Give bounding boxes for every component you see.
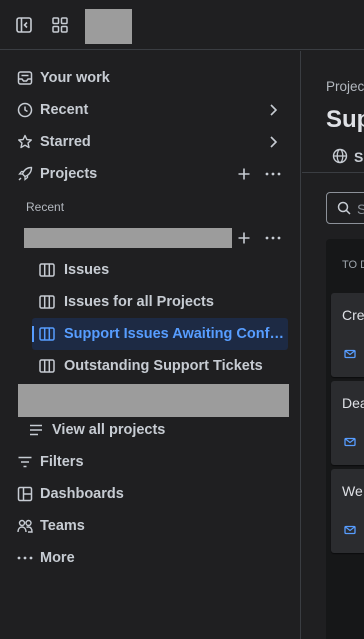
sidebar-item-recent[interactable]: Recent — [0, 94, 300, 126]
page-title: Sup — [326, 106, 364, 133]
redacted-item[interactable] — [18, 384, 289, 417]
sidebar-item-projects[interactable]: Projects — [0, 158, 300, 190]
redacted-project-name[interactable] — [24, 228, 232, 248]
tab-view[interactable]: Se — [332, 147, 364, 167]
app-grid-icon[interactable] — [49, 14, 71, 36]
recent-section-label: Recent — [26, 200, 65, 214]
board-column: TO D Cre Dea We — [326, 239, 364, 639]
sidebar-item-label: Your work — [40, 70, 110, 86]
sidebar-item-label: Filters — [40, 454, 84, 470]
dashboard-icon — [16, 485, 34, 503]
more-options-icon[interactable] — [264, 230, 282, 246]
board-item-label: Issues — [64, 262, 110, 278]
tab-label: Se — [354, 149, 364, 165]
more-options-icon[interactable] — [264, 166, 282, 182]
sidebar: Your work Recent Starred Projects Recent… — [0, 51, 301, 639]
email-icon — [344, 435, 356, 447]
issue-card-title: We — [342, 483, 363, 499]
sidebar-item-label: Teams — [40, 518, 85, 534]
redacted-logo — [85, 9, 132, 44]
rocket-icon — [16, 165, 34, 183]
board-icon — [39, 326, 55, 342]
sidebar-item-label: Starred — [40, 134, 91, 150]
divider — [302, 172, 364, 173]
issue-card[interactable]: Dea — [331, 381, 364, 465]
column-header: TO D — [342, 259, 364, 271]
board-icon — [39, 294, 55, 310]
list-icon — [27, 421, 45, 439]
sidebar-item-label: Recent — [40, 102, 89, 118]
board-item-label: Issues for all Projects — [64, 294, 214, 310]
more-icon — [16, 549, 34, 567]
email-icon — [344, 523, 356, 535]
search-input[interactable]: S — [326, 192, 364, 224]
search-icon — [337, 201, 351, 215]
main-content: Projec Sup Se S TO D Cre — [302, 51, 364, 639]
teams-icon — [16, 517, 34, 535]
sidebar-item-dashboards[interactable]: Dashboards — [0, 478, 300, 510]
issue-card-title: Dea — [342, 395, 364, 411]
issue-card[interactable]: Cre — [331, 293, 364, 377]
board-icon — [39, 358, 55, 374]
sidebar-item-label: Projects — [40, 166, 98, 182]
view-all-projects-label: View all projects — [52, 422, 166, 438]
sidebar-item-your-work[interactable]: Your work — [0, 62, 300, 94]
issue-card[interactable]: We — [331, 469, 364, 553]
issue-card-title: Cre — [342, 307, 364, 323]
sidebar-collapse-icon[interactable] — [13, 14, 35, 36]
board-item-label: Outstanding Support Tickets — [64, 358, 263, 374]
globe-icon — [332, 148, 348, 164]
chevron-right-icon[interactable] — [266, 134, 280, 150]
inbox-icon — [16, 69, 34, 87]
board-icon — [39, 262, 55, 278]
sidebar-item-teams[interactable]: Teams — [0, 510, 300, 542]
star-icon — [16, 133, 34, 151]
add-icon[interactable] — [236, 166, 252, 182]
search-placeholder: S — [357, 201, 364, 217]
active-indicator — [32, 326, 34, 342]
board-item-issues[interactable]: Issues — [32, 254, 288, 286]
sidebar-item-more[interactable]: More — [0, 542, 300, 574]
view-all-projects-link[interactable]: View all projects — [0, 414, 300, 446]
sidebar-item-label: More — [40, 550, 75, 566]
add-icon[interactable] — [236, 230, 252, 246]
chevron-right-icon[interactable] — [266, 102, 280, 118]
board-item-label: Support Issues Awaiting Confirm... — [64, 326, 286, 342]
board-item-outstanding-support[interactable]: Outstanding Support Tickets — [32, 350, 288, 382]
sidebar-item-filters[interactable]: Filters — [0, 446, 300, 478]
board-item-support-issues-awaiting[interactable]: Support Issues Awaiting Confirm... — [32, 318, 288, 350]
clock-icon — [16, 101, 34, 119]
board-item-issues-all-projects[interactable]: Issues for all Projects — [32, 286, 288, 318]
breadcrumb[interactable]: Projec — [326, 79, 364, 94]
filter-icon — [16, 453, 34, 471]
sidebar-item-starred[interactable]: Starred — [0, 126, 300, 158]
email-icon — [344, 347, 356, 359]
sidebar-item-label: Dashboards — [40, 486, 124, 502]
top-navigation-bar — [0, 0, 364, 50]
